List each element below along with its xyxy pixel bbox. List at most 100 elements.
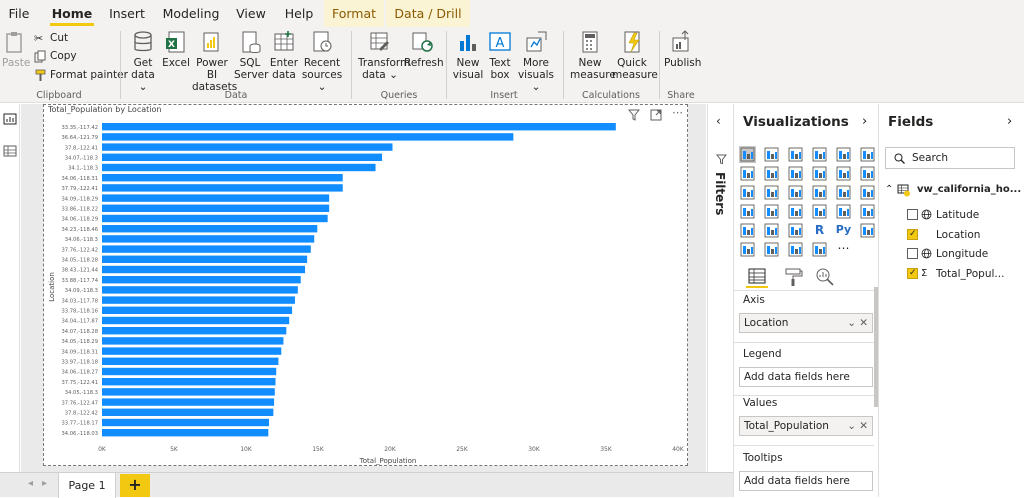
100-bar-icon[interactable]: [835, 146, 852, 163]
map-icon[interactable]: [739, 203, 756, 220]
publish-button[interactable]: Publish: [664, 29, 701, 89]
remove-icon[interactable]: ✕: [859, 314, 868, 332]
bar[interactable]: [102, 245, 311, 253]
bar[interactable]: [102, 286, 298, 294]
menu-tab-format[interactable]: Format: [324, 0, 384, 27]
collapse-chevron-icon[interactable]: ‹: [716, 114, 721, 128]
card-icon[interactable]: [811, 203, 828, 220]
recent-sources-button[interactable]: Recent sources ⌄: [300, 29, 344, 93]
bar[interactable]: [102, 316, 290, 325]
get-data-button[interactable]: Get data ⌄: [127, 29, 159, 93]
sql-server-button[interactable]: SQL Server: [234, 29, 268, 89]
cut-button[interactable]: ✂ Cut: [34, 30, 68, 47]
donut-icon[interactable]: [835, 184, 852, 201]
menu-tab-home[interactable]: Home: [50, 0, 94, 27]
analytics-magnifier-icon[interactable]: [814, 266, 836, 288]
values-well[interactable]: Total_Population ⌄ ✕: [739, 416, 873, 436]
data-view-icon[interactable]: [3, 144, 17, 158]
chevron-up-icon[interactable]: ⌃: [885, 184, 893, 195]
menu-tab-file[interactable]: File: [4, 0, 34, 27]
chevron-down-icon[interactable]: ⌄: [847, 314, 856, 332]
add-page-button[interactable]: +: [120, 474, 150, 497]
bar[interactable]: [102, 133, 514, 141]
menu-tab-insert[interactable]: Insert: [104, 0, 150, 27]
r-visual-icon[interactable]: R: [811, 222, 828, 239]
bar[interactable]: [102, 306, 293, 314]
bar[interactable]: [102, 143, 393, 151]
chevron-down-icon[interactable]: ⌄: [847, 417, 856, 435]
quick-measure-button[interactable]: Quick measure: [612, 29, 658, 89]
format-painter-button[interactable]: Format painter: [34, 67, 128, 84]
line-column-icon[interactable]: [811, 165, 828, 182]
scatter-icon[interactable]: [787, 184, 804, 201]
bar[interactable]: [102, 235, 315, 243]
menu-tab-view[interactable]: View: [232, 0, 270, 27]
fields-tab-icon[interactable]: [746, 266, 768, 288]
bar[interactable]: [102, 225, 318, 233]
menu-tab-data-drill[interactable]: Data / Drill: [386, 0, 470, 27]
funnel-icon[interactable]: [763, 184, 780, 201]
bar[interactable]: [102, 347, 282, 355]
refresh-button[interactable]: Refresh: [404, 29, 444, 89]
pie-icon[interactable]: [811, 184, 828, 201]
gauge-icon[interactable]: [787, 203, 804, 220]
stacked-column-icon[interactable]: [763, 146, 780, 163]
bar[interactable]: [102, 153, 383, 161]
table-name[interactable]: vw_california_ho...: [917, 184, 1021, 195]
bar[interactable]: [102, 163, 376, 172]
remove-icon[interactable]: ✕: [859, 417, 868, 435]
prev-page-icon[interactable]: ◂: [28, 478, 33, 489]
treemap-icon[interactable]: [859, 184, 876, 201]
bar[interactable]: [102, 418, 270, 427]
clustered-column-icon[interactable]: [811, 146, 828, 163]
menu-tab-modeling[interactable]: Modeling: [160, 0, 222, 27]
bar[interactable]: [102, 388, 275, 396]
excel-button[interactable]: X Excel: [162, 29, 190, 89]
field-search-input[interactable]: Search: [885, 147, 1015, 169]
clustered-bar-icon[interactable]: [787, 146, 804, 163]
format-paint-roller-icon[interactable]: [782, 266, 804, 288]
field-checkbox[interactable]: [907, 209, 918, 220]
slicer-icon[interactable]: [739, 222, 756, 239]
line-chart-icon[interactable]: [739, 165, 756, 182]
matrix-icon[interactable]: [787, 222, 804, 239]
copy-button[interactable]: Copy: [34, 48, 77, 65]
tooltips-well[interactable]: Add data fields here: [739, 471, 873, 491]
legend-well[interactable]: Add data fields here: [739, 367, 873, 387]
bar[interactable]: [102, 327, 287, 335]
report-view-icon[interactable]: [3, 112, 17, 126]
bar[interactable]: [102, 194, 330, 202]
bar-chart-visual[interactable]: Total_Population by Location ⋯ 33.35,-11…: [43, 104, 688, 466]
area-chart-icon[interactable]: [763, 165, 780, 182]
waterfall-icon[interactable]: [739, 184, 756, 201]
new-visual-button[interactable]: New visual: [452, 29, 484, 89]
bar[interactable]: [102, 184, 343, 192]
bar[interactable]: [102, 214, 328, 223]
more-visuals-button[interactable]: More visuals ⌄: [516, 29, 556, 93]
table-visual-icon[interactable]: [763, 222, 780, 239]
field-checkbox[interactable]: [907, 227, 918, 241]
chevron-right-icon[interactable]: ›: [1007, 114, 1012, 129]
paste-button[interactable]: Paste: [2, 29, 30, 89]
bar[interactable]: [102, 174, 343, 182]
chevron-right-icon[interactable]: ›: [862, 114, 867, 129]
filled-map-icon[interactable]: [763, 203, 780, 220]
line-stacked-column-icon[interactable]: [835, 165, 852, 182]
stacked-bar-icon[interactable]: [739, 146, 756, 163]
text-box-button[interactable]: A Text box: [486, 29, 514, 89]
kpi-icon[interactable]: [859, 203, 876, 220]
ribbon-chart-icon[interactable]: [859, 165, 876, 182]
bar[interactable]: [102, 204, 330, 212]
bar[interactable]: [102, 296, 295, 304]
axis-well[interactable]: Location ⌄ ✕: [739, 313, 873, 333]
next-page-icon[interactable]: ▸: [42, 478, 47, 489]
new-measure-button[interactable]: New measure: [570, 29, 616, 89]
multirow-card-icon[interactable]: [835, 203, 852, 220]
report-canvas[interactable]: Total_Population by Location ⋯ 33.35,-11…: [21, 104, 706, 472]
field-checkbox[interactable]: [907, 248, 918, 259]
ellipsis-icon[interactable]: ⋯: [835, 241, 852, 258]
bar[interactable]: [102, 123, 616, 131]
filters-pane-collapsed[interactable]: ‹ Filters: [707, 104, 733, 472]
qa-icon[interactable]: [763, 241, 780, 258]
field-checkbox[interactable]: [907, 266, 918, 280]
